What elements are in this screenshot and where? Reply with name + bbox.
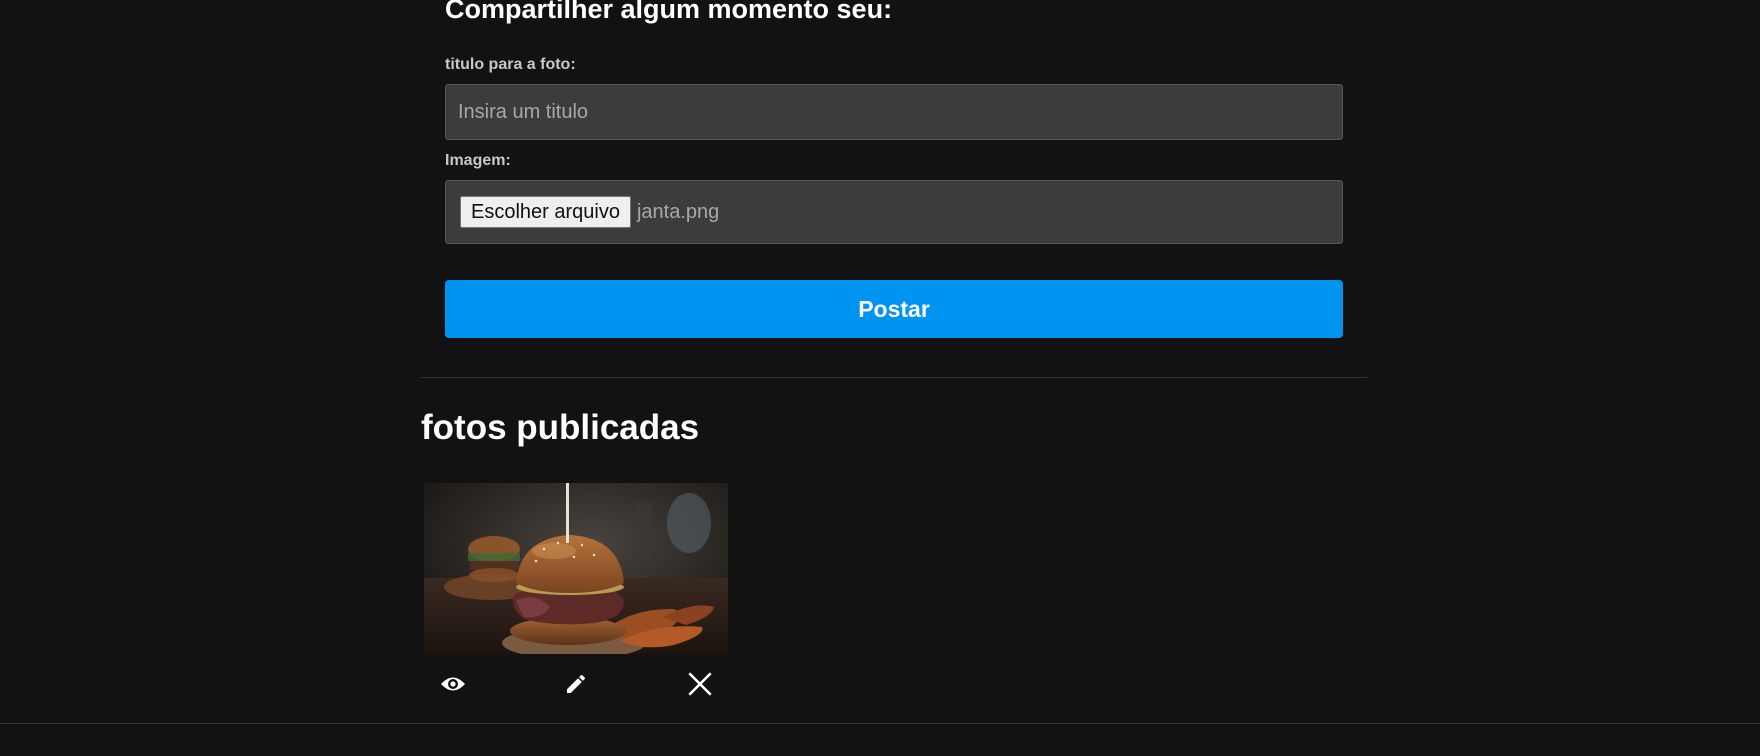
close-icon	[688, 672, 712, 701]
image-file-input[interactable]: Escolher arquivo janta.png	[445, 180, 1343, 244]
edit-photo-button[interactable]	[551, 654, 601, 718]
page: Compartilher algum momento seu: titulo p…	[0, 0, 1760, 756]
view-photo-button[interactable]	[428, 654, 478, 718]
title-input[interactable]	[445, 84, 1343, 140]
pencil-icon	[564, 672, 588, 701]
published-heading: fotos publicadas	[421, 408, 700, 447]
share-heading: Compartilher algum momento seu:	[445, 0, 893, 24]
choose-file-button[interactable]: Escolher arquivo	[460, 196, 631, 228]
burger-photo	[424, 483, 728, 654]
image-label: Imagem:	[445, 152, 511, 169]
photo-card	[424, 483, 728, 718]
title-label: titulo para a foto:	[445, 56, 576, 73]
burger-photo-image	[424, 483, 728, 654]
selected-file-name: janta.png	[636, 200, 720, 223]
photo-actions	[424, 654, 728, 718]
footer-divider	[0, 723, 1760, 724]
section-divider	[421, 377, 1367, 378]
eye-icon	[440, 675, 466, 698]
post-button[interactable]: Postar	[445, 280, 1343, 338]
delete-photo-button[interactable]	[675, 654, 725, 718]
